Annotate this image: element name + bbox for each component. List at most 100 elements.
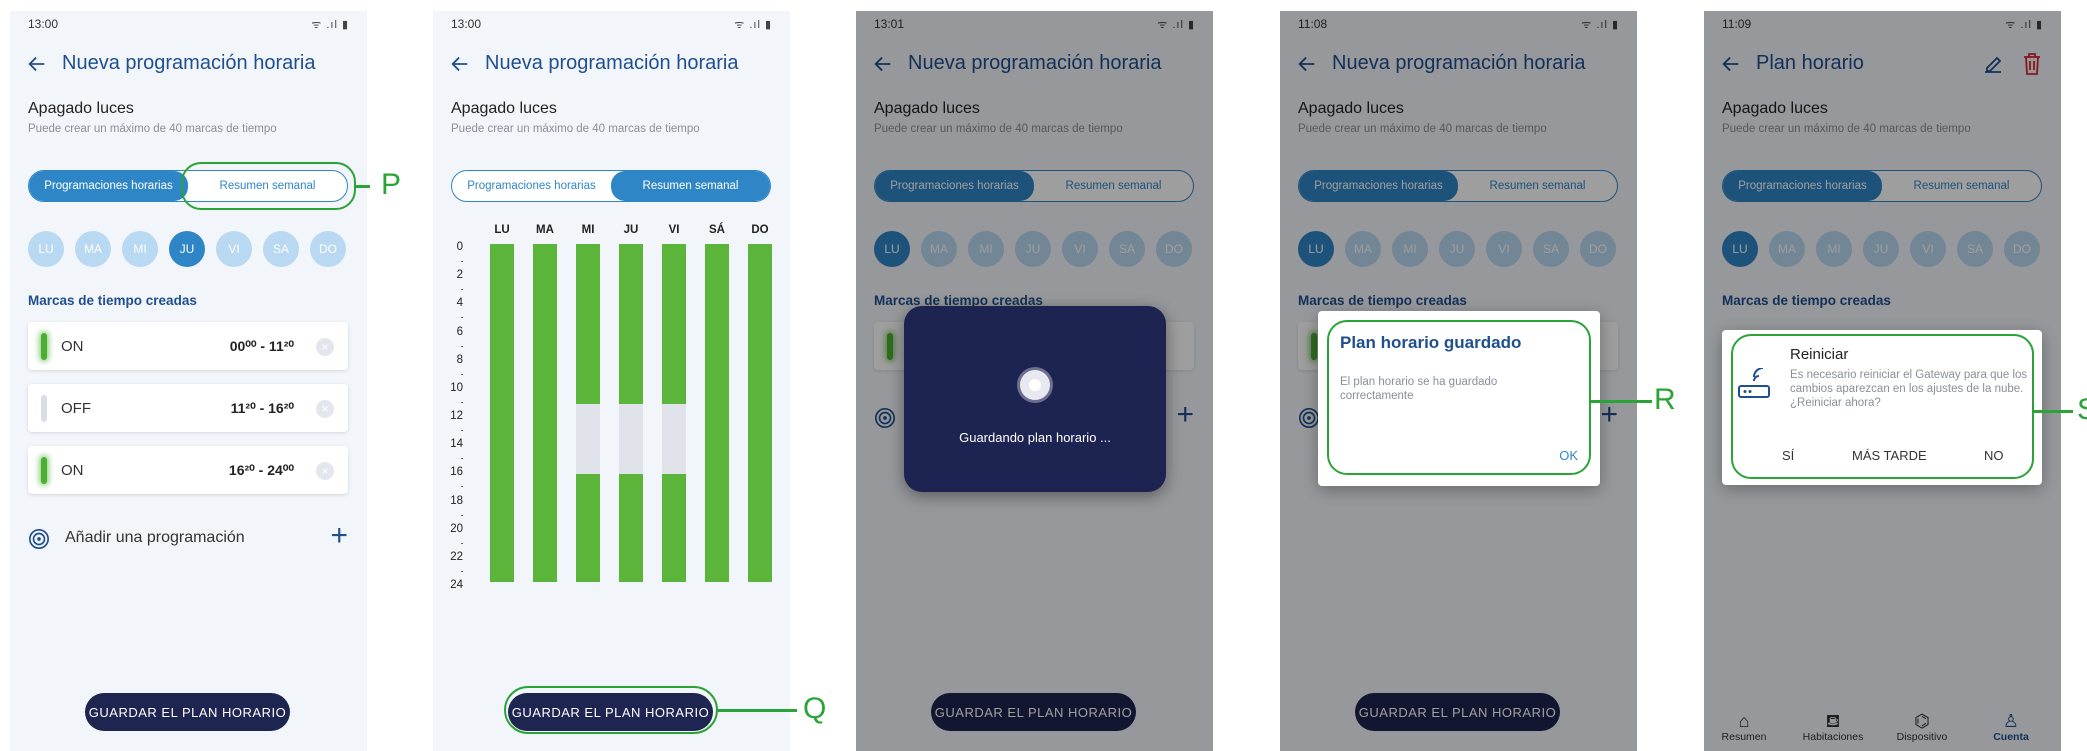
tab-schedules[interactable]: Programaciones horarias	[29, 171, 188, 201]
y-tick-label: 24	[450, 579, 463, 591]
add-schedule-row[interactable]: Añadir una programación +	[28, 521, 348, 556]
callout-ring-p	[181, 162, 356, 210]
back-arrow-icon[interactable]	[26, 53, 48, 75]
day-column-header: MA	[536, 224, 554, 236]
y-tick-label: 6	[456, 325, 463, 338]
phone-screen-weekly: 13:00 ᯤ .ıl ▮ Nueva programación horaria…	[433, 11, 790, 751]
status-time: 13:00	[28, 17, 59, 31]
marks-title: Marcas de tiempo creadas	[28, 293, 197, 308]
y-tick-label: 2	[456, 269, 463, 282]
day-chip-vi[interactable]: VI	[216, 231, 252, 267]
schedule-hint: Puede crear un máximo de 40 marcas de ti…	[28, 123, 277, 135]
on-indicator	[41, 457, 47, 484]
slot-range: 11²⁰ - 16²⁰	[230, 400, 294, 416]
y-minor-tick	[461, 430, 463, 432]
schedule-name: Apagado luces	[28, 100, 134, 117]
on-period-bar	[619, 244, 643, 404]
callout-label-q: Q	[803, 692, 827, 725]
day-chip-ju[interactable]: JU	[169, 231, 205, 267]
on-period-bar	[705, 244, 729, 582]
on-indicator	[41, 333, 47, 360]
y-minor-tick	[461, 373, 463, 375]
y-tick-label: 12	[450, 410, 463, 422]
time-slot-row[interactable]: OFF 11²⁰ - 16²⁰ ×	[28, 384, 348, 432]
day-column-header: JU	[623, 224, 639, 236]
day-chip-sa[interactable]: SA	[263, 231, 299, 267]
slot-range: 00⁰⁰ - 11²⁰	[229, 338, 294, 354]
day-column-header: DO	[751, 224, 769, 236]
slot-state: ON	[61, 338, 84, 355]
on-period-bar	[490, 244, 514, 582]
y-minor-tick	[461, 486, 463, 488]
y-minor-tick	[461, 261, 463, 263]
time-slot-row[interactable]: ON 16²⁰ - 24⁰⁰ ×	[28, 446, 348, 494]
y-tick-label: 8	[456, 353, 463, 366]
callout-label-s: S	[2077, 395, 2087, 425]
y-minor-tick	[461, 289, 463, 291]
day-selector: LU MA MI JU VI SA DO	[28, 231, 350, 267]
y-tick-label: 22	[450, 550, 463, 563]
y-minor-tick	[461, 570, 463, 572]
slot-range: 16²⁰ - 24⁰⁰	[228, 462, 294, 478]
off-period-bar	[662, 403, 686, 474]
y-tick-label: 20	[450, 522, 463, 535]
callout-ring-r	[1327, 320, 1591, 475]
y-minor-tick	[461, 542, 463, 544]
y-tick-label: 4	[456, 297, 463, 310]
day-schedule-column	[748, 244, 772, 582]
on-period-bar	[662, 473, 686, 582]
slot-state: ON	[61, 462, 84, 479]
callout-label-p: P	[381, 168, 402, 201]
y-tick-label: 0	[456, 241, 463, 253]
day-chip-do[interactable]: DO	[310, 231, 346, 267]
callout-line-r	[1590, 400, 1652, 403]
day-column-header: LU	[494, 224, 510, 236]
status-bar: 13:00 ᯤ .ıl ▮	[28, 17, 349, 33]
save-plan-button[interactable]: GUARDAR EL PLAN HORARIO	[85, 693, 290, 731]
callout-line-s	[2033, 410, 2073, 413]
day-schedule-column	[490, 244, 514, 582]
on-period-bar	[748, 244, 772, 582]
day-schedule-column	[619, 244, 643, 582]
day-schedule-column	[576, 244, 600, 582]
callout-ring-q	[504, 686, 718, 734]
schedule-target-icon	[29, 529, 49, 549]
callout-label-r: R	[1654, 383, 1676, 416]
day-column-header: SÁ	[709, 224, 725, 236]
status-icons: ᯤ .ıl ▮	[311, 19, 349, 31]
callout-line-p	[355, 185, 370, 188]
saving-message: Guardando plan horario ...	[959, 430, 1111, 445]
remove-slot-icon[interactable]: ×	[316, 462, 334, 480]
on-period-bar	[533, 244, 557, 582]
day-chip-ma[interactable]: MA	[75, 231, 111, 267]
day-chip-mi[interactable]: MI	[122, 231, 158, 267]
y-tick-label: 14	[450, 438, 463, 451]
y-minor-tick	[461, 514, 463, 516]
weekly-summary-chart: 0 2 4 6 8 10 12 14 16 18 20 22 24 LU MA MI JU VI SÁ DO	[433, 11, 790, 751]
plus-icon[interactable]: +	[330, 521, 348, 551]
day-schedule-column	[662, 244, 686, 582]
loading-spinner-icon	[1020, 370, 1050, 400]
day-column-header: VI	[668, 224, 680, 236]
y-minor-tick	[461, 401, 463, 403]
y-minor-tick	[461, 345, 463, 347]
on-period-bar	[619, 473, 643, 582]
day-schedule-column	[705, 244, 729, 582]
y-tick-label: 16	[450, 466, 463, 479]
day-column-header: MI	[581, 224, 595, 236]
on-period-bar	[662, 244, 686, 404]
remove-slot-icon[interactable]: ×	[316, 338, 334, 356]
off-period-bar	[576, 403, 600, 474]
y-tick-label: 10	[450, 381, 463, 394]
off-indicator	[41, 395, 47, 422]
time-slot-row[interactable]: ON 00⁰⁰ - 11²⁰ ×	[28, 322, 348, 370]
on-period-bar	[576, 473, 600, 582]
remove-slot-icon[interactable]: ×	[316, 400, 334, 418]
slot-state: OFF	[61, 400, 91, 417]
saving-dialog: Guardando plan horario ...	[904, 306, 1166, 492]
phone-screen-saving: 13:01 ᯤ .ıl ▮ Nueva programación horaria…	[856, 11, 1213, 751]
y-tick-label: 18	[450, 494, 463, 507]
page-title: Nueva programación horaria	[62, 52, 316, 74]
y-minor-tick	[461, 458, 463, 460]
day-chip-lu[interactable]: LU	[28, 231, 64, 267]
